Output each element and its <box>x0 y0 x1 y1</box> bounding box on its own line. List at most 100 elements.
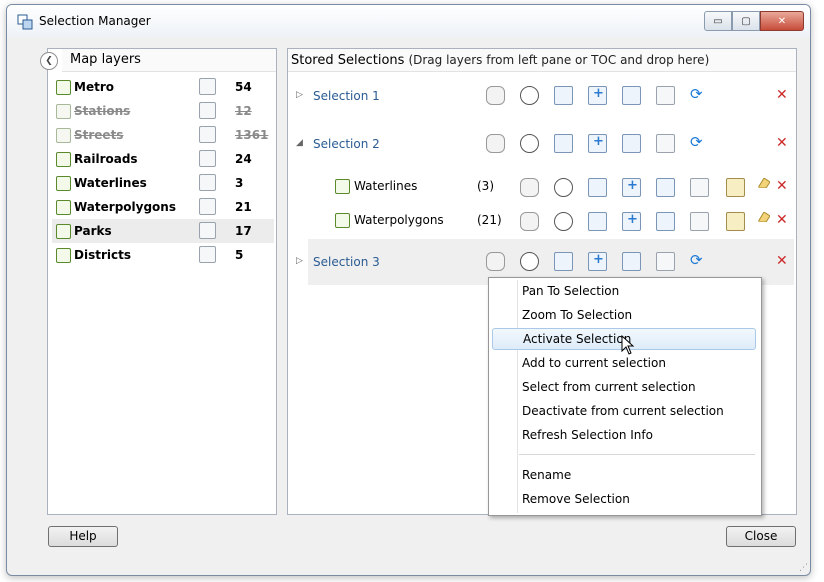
zoom-to-selection-icon[interactable] <box>520 252 539 271</box>
zoom-to-selection-icon[interactable] <box>554 212 573 231</box>
refresh-icon[interactable]: ⟳ <box>690 251 707 269</box>
selection-2-layer-waterpolygons[interactable]: Waterpolygons (21) ✕ <box>288 204 796 238</box>
pan-to-selection-icon[interactable] <box>520 212 539 231</box>
delete-selection-icon[interactable]: ✕ <box>776 135 788 151</box>
sub-layer-count: (21) <box>477 213 502 227</box>
menu-item-add-to-current-selection[interactable]: Add to current selection <box>492 352 756 374</box>
zoom-to-selection-icon[interactable] <box>554 178 573 197</box>
deactivate-selection-icon[interactable] <box>656 86 675 105</box>
selection-row-1[interactable]: ▷ Selection 1 ⟳ ✕ <box>288 73 796 119</box>
drag-hint: (Drag layers from left pane or TOC and d… <box>408 53 710 67</box>
add-to-selection-icon[interactable] <box>588 86 607 105</box>
zoom-to-selection-icon[interactable] <box>520 134 539 153</box>
stored-selections-title: Stored Selections <box>291 53 405 68</box>
selection-2-layer-waterlines[interactable]: Waterlines (3) ✕ <box>288 170 796 204</box>
layer-select-icon[interactable] <box>199 78 216 95</box>
layer-line-icon <box>56 152 71 167</box>
menu-item-select-from-current-selection[interactable]: Select from current selection <box>492 376 756 398</box>
layer-row-districts[interactable]: Districts 5 <box>52 243 274 267</box>
deactivate-selection-icon[interactable] <box>656 134 675 153</box>
activate-selection-icon[interactable] <box>588 212 607 231</box>
layer-select-icon[interactable] <box>199 102 216 119</box>
delete-layer-icon[interactable]: ✕ <box>776 178 788 194</box>
select-from-selection-icon[interactable] <box>656 212 675 231</box>
layer-row-metro[interactable]: Metro 54 <box>52 75 274 99</box>
layer-row-parks[interactable]: Parks 17 <box>52 219 274 243</box>
delete-layer-icon[interactable]: ✕ <box>776 212 788 228</box>
activate-selection-icon[interactable] <box>554 252 573 271</box>
collapse-triangle-icon[interactable]: ◢ <box>296 138 303 148</box>
layer-select-icon[interactable] <box>199 198 216 215</box>
minimize-button[interactable]: ▭ <box>704 11 732 31</box>
select-from-selection-icon[interactable] <box>622 134 641 153</box>
layer-select-icon[interactable] <box>199 174 216 191</box>
selection-row-2[interactable]: ◢ Selection 2 ⟳ ✕ <box>288 121 796 167</box>
layer-row-stations[interactable]: Stations 12 <box>52 99 274 123</box>
layer-select-icon[interactable] <box>199 222 216 239</box>
zoom-to-selection-icon[interactable] <box>520 86 539 105</box>
layer-count: 54 <box>235 80 252 94</box>
menu-separator <box>519 454 755 455</box>
maximize-button[interactable]: ▢ <box>732 11 760 31</box>
back-arrow-icon[interactable]: ❮ <box>40 52 58 70</box>
map-layers-pane: ❮ Map layers Metro 54 Stations 12 Street… <box>40 48 277 515</box>
deactivate-selection-icon[interactable] <box>690 212 709 231</box>
add-to-selection-icon[interactable] <box>622 178 641 197</box>
layer-point-icon <box>56 80 71 95</box>
pan-to-selection-icon[interactable] <box>520 178 539 197</box>
identify-icon[interactable] <box>726 178 745 197</box>
eraser-icon[interactable] <box>758 178 770 188</box>
eraser-icon[interactable] <box>758 212 770 222</box>
layer-count: 12 <box>235 104 252 118</box>
select-from-selection-icon[interactable] <box>622 86 641 105</box>
expand-triangle-icon[interactable]: ▷ <box>296 90 303 100</box>
sub-layer-name: Waterpolygons <box>354 213 444 227</box>
menu-item-refresh-selection-info[interactable]: Refresh Selection Info <box>492 424 756 446</box>
menu-item-rename[interactable]: Rename <box>492 464 756 486</box>
add-to-selection-icon[interactable] <box>622 212 641 231</box>
sub-layer-name: Waterlines <box>354 179 418 193</box>
selection-name[interactable]: Selection 2 <box>313 137 380 151</box>
identify-icon[interactable] <box>726 212 745 231</box>
menu-item-zoom-to-selection[interactable]: Zoom To Selection <box>492 304 756 326</box>
deactivate-selection-icon[interactable] <box>656 252 675 271</box>
selection-manager-app-icon <box>17 14 33 30</box>
help-button[interactable]: Help <box>48 526 118 547</box>
activate-selection-icon[interactable] <box>588 178 607 197</box>
delete-selection-icon[interactable]: ✕ <box>776 87 788 103</box>
selection-name[interactable]: Selection 1 <box>313 89 380 103</box>
delete-selection-icon[interactable]: ✕ <box>776 253 788 269</box>
layer-name: Streets <box>74 128 124 142</box>
add-to-selection-icon[interactable] <box>588 134 607 153</box>
activate-selection-icon[interactable] <box>554 134 573 153</box>
menu-item-remove-selection[interactable]: Remove Selection <box>492 488 756 510</box>
resize-grip-icon[interactable]: ⋰ <box>799 563 808 573</box>
expand-triangle-icon[interactable]: ▷ <box>296 256 303 266</box>
layer-row-railroads[interactable]: Railroads 24 <box>52 147 274 171</box>
pan-to-selection-icon[interactable] <box>486 252 505 271</box>
layer-row-waterpolygons[interactable]: Waterpolygons 21 <box>52 195 274 219</box>
refresh-icon[interactable]: ⟳ <box>690 85 707 103</box>
layer-row-streets[interactable]: Streets 1361 <box>52 123 274 147</box>
add-to-selection-icon[interactable] <box>588 252 607 271</box>
layer-line-icon <box>335 179 350 194</box>
layer-count: 3 <box>235 176 244 190</box>
title-bar[interactable]: Selection Manager ▭ ▢ ✕ <box>7 5 810 37</box>
pan-to-selection-icon[interactable] <box>486 134 505 153</box>
refresh-icon[interactable]: ⟳ <box>690 133 707 151</box>
menu-item-pan-to-selection[interactable]: Pan To Selection <box>492 280 756 302</box>
close-button[interactable]: Close <box>726 526 796 547</box>
selection-name[interactable]: Selection 3 <box>313 255 380 269</box>
layer-count: 17 <box>235 224 252 238</box>
deactivate-selection-icon[interactable] <box>690 178 709 197</box>
layer-select-icon[interactable] <box>199 150 216 167</box>
layer-row-waterlines[interactable]: Waterlines 3 <box>52 171 274 195</box>
menu-item-deactivate-from-current-selection[interactable]: Deactivate from current selection <box>492 400 756 422</box>
layer-select-icon[interactable] <box>199 126 216 143</box>
close-window-button[interactable]: ✕ <box>760 11 804 31</box>
select-from-selection-icon[interactable] <box>622 252 641 271</box>
select-from-selection-icon[interactable] <box>656 178 675 197</box>
layer-select-icon[interactable] <box>199 246 216 263</box>
pan-to-selection-icon[interactable] <box>486 86 505 105</box>
activate-selection-icon[interactable] <box>554 86 573 105</box>
